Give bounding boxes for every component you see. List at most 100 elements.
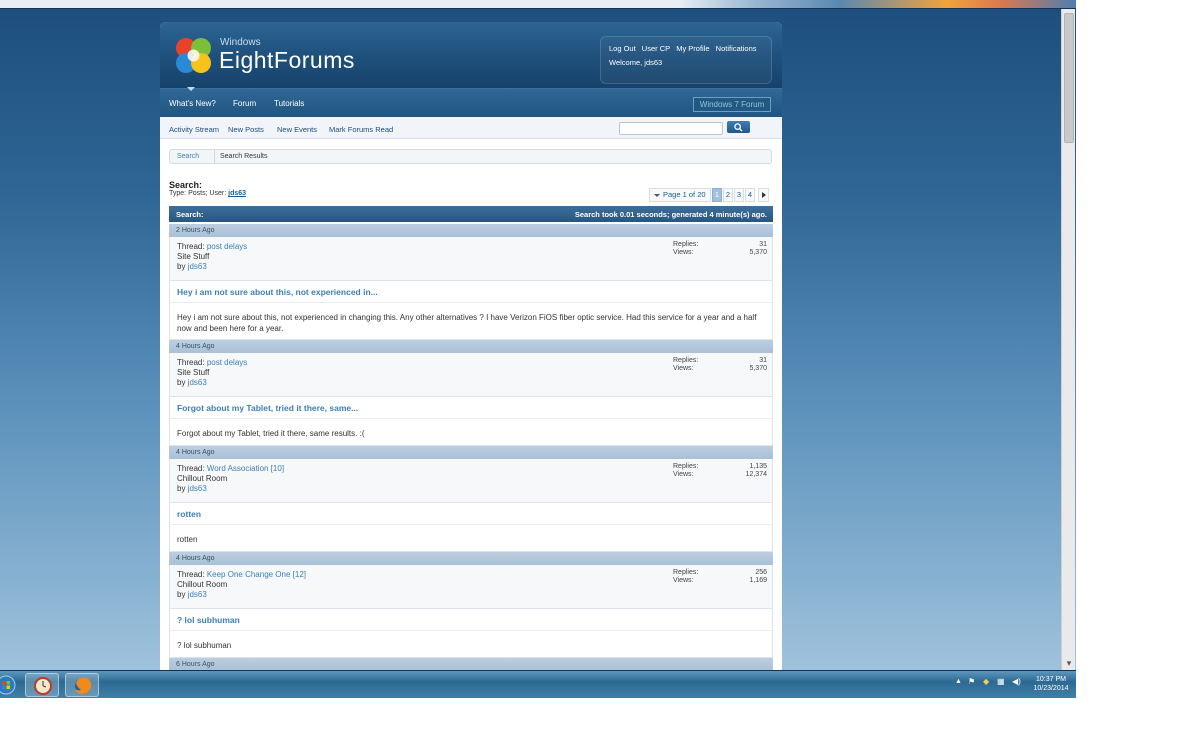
search-input[interactable] bbox=[619, 122, 723, 135]
post-title-link[interactable]: rotten bbox=[169, 502, 773, 524]
vertical-scrollbar[interactable]: ▾ bbox=[1061, 9, 1075, 670]
author-link[interactable]: jds63 bbox=[188, 378, 207, 387]
shield-icon[interactable]: ◆ bbox=[983, 677, 989, 686]
thread-link[interactable]: post delays bbox=[207, 358, 247, 367]
result-forum: Site Stuff bbox=[177, 368, 210, 377]
search-meta-prefix: Type: Posts; User: bbox=[169, 190, 227, 197]
author-link[interactable]: jds63 bbox=[188, 262, 207, 271]
search-button[interactable] bbox=[727, 121, 750, 133]
main-navbar: What's New? Forum Tutorials Windows 7 Fo… bbox=[160, 87, 782, 117]
logo-site-name[interactable]: EightForums bbox=[219, 47, 355, 74]
search-user-link[interactable]: jds63 bbox=[228, 190, 246, 197]
thread-prefix: Thread: bbox=[177, 570, 205, 579]
post-title-link[interactable]: ? lol subhuman bbox=[169, 608, 773, 630]
forum-page: Windows EightForums Log Out User CP My P… bbox=[160, 22, 782, 670]
search-timing-text: Search took 0.01 seconds; generated 4 mi… bbox=[574, 210, 767, 219]
firefox-icon bbox=[75, 677, 92, 694]
post-title-link[interactable]: Hey i am not sure about this, not experi… bbox=[169, 280, 773, 302]
new-events-link[interactable]: New Events bbox=[277, 125, 317, 134]
mark-forums-read-link[interactable]: Mark Forums Read bbox=[329, 125, 393, 134]
breadcrumb-separator bbox=[207, 150, 215, 163]
notifications-link[interactable]: Notifications bbox=[716, 44, 757, 53]
by-prefix: by bbox=[177, 484, 186, 493]
page-4-button[interactable]: 4 bbox=[745, 188, 755, 202]
results-header-bar: Search: Search took 0.01 seconds; genera… bbox=[169, 206, 773, 222]
sub-navbar: Activity Stream New Posts New Events Mar… bbox=[160, 117, 782, 139]
screen: Windows EightForums Log Out User CP My P… bbox=[0, 0, 1200, 750]
replies-count: 1,135 bbox=[749, 463, 767, 470]
replies-label: Replies: bbox=[673, 569, 699, 576]
page-title: Search: bbox=[169, 180, 203, 190]
post-excerpt: rotten bbox=[169, 524, 773, 552]
my-profile-link[interactable]: My Profile bbox=[676, 44, 709, 53]
welcome-text: Welcome, jds63 bbox=[609, 58, 663, 67]
result-forum: Chillout Room bbox=[177, 474, 228, 483]
logout-link[interactable]: Log Out bbox=[609, 44, 636, 53]
post-excerpt: Hey i am not sure about this, not experi… bbox=[169, 302, 773, 340]
volume-icon[interactable]: ◀) bbox=[1012, 677, 1021, 686]
result-time: 4 Hours Ago bbox=[169, 340, 773, 353]
replies-label: Replies: bbox=[673, 463, 699, 470]
start-button-icon[interactable] bbox=[0, 673, 20, 697]
result-info: Thread: Word Association [10] Chillout R… bbox=[169, 459, 773, 502]
tab-whats-new[interactable]: What's New? bbox=[169, 87, 216, 108]
thread-prefix: Thread: bbox=[177, 358, 205, 367]
thread-prefix: Thread: bbox=[177, 464, 205, 473]
views-count: 5,370 bbox=[749, 365, 767, 372]
result-time: 6 Hours Ago bbox=[169, 658, 773, 670]
results-bar-label: Search: bbox=[176, 210, 204, 219]
by-prefix: by bbox=[177, 590, 186, 599]
result-thread: Thread: post delays bbox=[177, 358, 247, 367]
thread-link[interactable]: post delays bbox=[207, 242, 247, 251]
taskbar-clock[interactable]: 10:37 PM 10/23/2014 bbox=[1030, 675, 1072, 693]
taskbar-app-firefox[interactable] bbox=[65, 673, 99, 697]
windows7-forum-button[interactable]: Windows 7 Forum bbox=[693, 97, 771, 112]
post-title-link[interactable]: Forgot about my Tablet, tried it there, … bbox=[169, 396, 773, 418]
replies-label: Replies: bbox=[673, 357, 699, 364]
breadcrumb-search-link[interactable]: Search bbox=[177, 153, 199, 160]
by-prefix: by bbox=[177, 378, 186, 387]
activity-stream-link[interactable]: Activity Stream bbox=[169, 125, 219, 134]
result-author: by jds63 bbox=[177, 378, 207, 387]
breadcrumb-current: Search Results bbox=[220, 153, 268, 160]
author-link[interactable]: jds63 bbox=[188, 484, 207, 493]
page-of-dropdown[interactable]: Page 1 of 20 bbox=[649, 188, 711, 202]
next-page-button[interactable] bbox=[758, 188, 769, 202]
author-link[interactable]: jds63 bbox=[188, 590, 207, 599]
show-hidden-icon[interactable]: ▲ bbox=[955, 678, 962, 685]
replies-label: Replies: bbox=[673, 241, 699, 248]
new-posts-link[interactable]: New Posts bbox=[228, 125, 264, 134]
result-thread: Thread: post delays bbox=[177, 242, 247, 251]
scrollbar-thumb[interactable] bbox=[1064, 13, 1074, 143]
system-tray: ▲ ⚑ ◆ ▦ ◀) bbox=[950, 677, 1030, 693]
tab-tutorials[interactable]: Tutorials bbox=[274, 99, 304, 108]
page-2-button[interactable]: 2 bbox=[723, 188, 733, 202]
thread-link[interactable]: Word Association [10] bbox=[207, 464, 284, 473]
search-meta: Type: Posts; User: jds63 bbox=[169, 190, 246, 197]
network-icon[interactable]: ▦ bbox=[997, 677, 1005, 686]
scroll-down-arrow-icon[interactable]: ▾ bbox=[1062, 656, 1076, 670]
user-links: Log Out User CP My Profile Notifications bbox=[609, 44, 761, 53]
user-cp-link[interactable]: User CP bbox=[642, 44, 670, 53]
tab-forum[interactable]: Forum bbox=[233, 99, 256, 108]
by-prefix: by bbox=[177, 262, 186, 271]
thread-link[interactable]: Keep One Change One [12] bbox=[207, 570, 306, 579]
browser-viewport: Windows EightForums Log Out User CP My P… bbox=[0, 0, 1076, 670]
page-1-button[interactable]: 1 bbox=[712, 188, 722, 202]
result-item: 6 Hours Ago bbox=[169, 658, 773, 670]
page-3-button[interactable]: 3 bbox=[734, 188, 744, 202]
taskbar-app-clock[interactable] bbox=[25, 673, 59, 697]
result-time: 4 Hours Ago bbox=[169, 552, 773, 565]
result-item: 4 Hours Ago Thread: Keep One Change One … bbox=[169, 552, 773, 658]
clock-date: 10/23/2014 bbox=[1033, 685, 1069, 692]
result-thread: Thread: Keep One Change One [12] bbox=[177, 570, 306, 579]
result-item: 4 Hours Ago Thread: post delays Site Stu… bbox=[169, 340, 773, 446]
flag-icon[interactable]: ⚑ bbox=[968, 677, 975, 686]
result-stats: Replies: 1,135 Views: 12,374 bbox=[673, 463, 767, 479]
windows-logo-icon[interactable] bbox=[170, 34, 215, 76]
result-stats: Replies: 31 Views: 5,370 bbox=[673, 357, 767, 373]
views-label: Views: bbox=[673, 365, 694, 372]
breadcrumb: Search Search Results bbox=[169, 149, 772, 164]
replies-count: 256 bbox=[755, 569, 767, 576]
clock-app-icon bbox=[34, 677, 52, 695]
